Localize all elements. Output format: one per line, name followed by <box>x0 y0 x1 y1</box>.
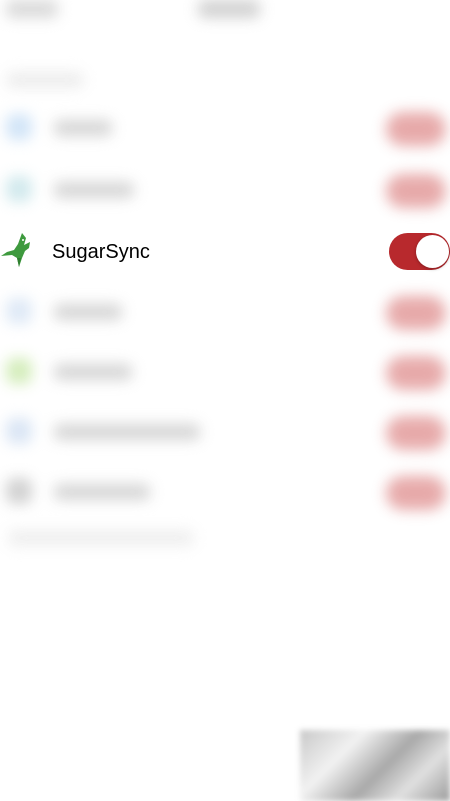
nav-title <box>198 0 260 18</box>
app-label: SugarSync <box>52 241 150 263</box>
list-item[interactable] <box>0 288 450 338</box>
list-item[interactable] <box>0 166 450 216</box>
list-item[interactable] <box>0 468 450 518</box>
toggle-switch[interactable] <box>386 174 446 208</box>
app-icon <box>6 114 32 140</box>
section-header <box>6 72 84 88</box>
toggle-switch[interactable] <box>386 416 446 450</box>
app-icon <box>6 176 32 202</box>
list-item-sugarsync[interactable]: SugarSync <box>0 226 450 278</box>
toggle-switch[interactable] <box>386 356 446 390</box>
list-item-label <box>54 304 122 320</box>
list-item-label <box>54 424 200 440</box>
app-icon <box>6 478 32 504</box>
list-item[interactable] <box>0 408 450 458</box>
list-item-label <box>54 364 132 380</box>
app-icon <box>6 358 32 384</box>
toggle-switch[interactable] <box>386 112 446 146</box>
blurred-thumbnail <box>300 730 450 801</box>
hummingbird-icon <box>0 232 34 270</box>
app-icon <box>6 418 32 444</box>
list-item[interactable] <box>0 348 450 398</box>
list-item[interactable] <box>0 104 450 154</box>
sugarsync-toggle[interactable] <box>389 233 450 270</box>
toggle-knob[interactable] <box>416 235 449 268</box>
toggle-switch[interactable] <box>386 476 446 510</box>
app-icon <box>6 298 32 324</box>
list-item-label <box>54 182 134 198</box>
blurred-background <box>0 0 450 801</box>
list-item-label <box>54 120 112 136</box>
toggle-switch[interactable] <box>386 296 446 330</box>
list-item-label <box>54 484 150 500</box>
footer-note <box>8 530 194 546</box>
nav-back-button[interactable] <box>6 0 58 18</box>
